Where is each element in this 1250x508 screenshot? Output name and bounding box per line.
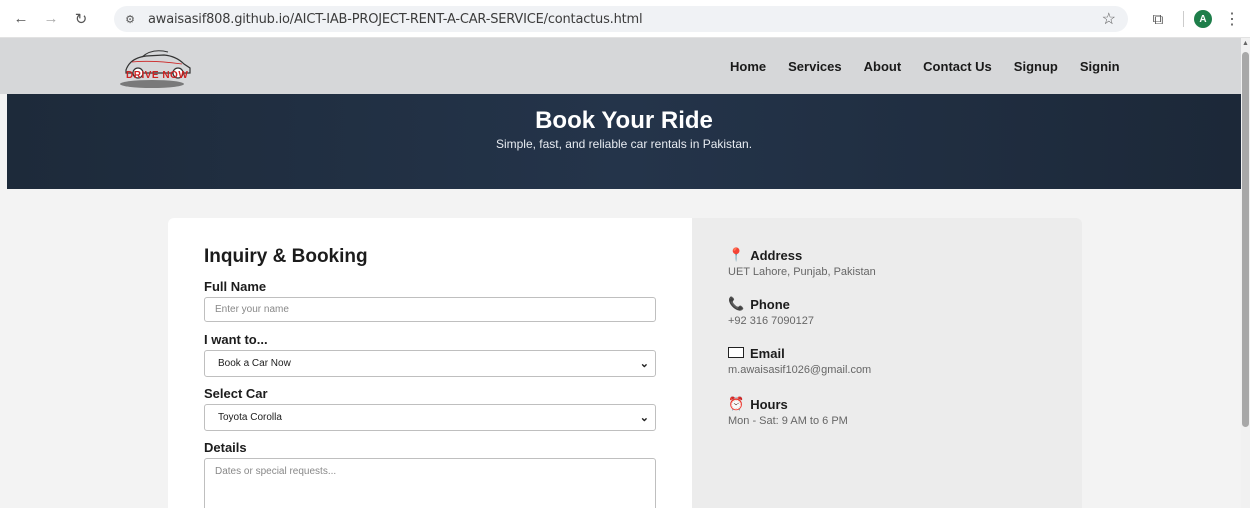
nav-about[interactable]: About bbox=[864, 59, 902, 74]
hours-label: Hours bbox=[750, 396, 788, 412]
extensions-icon[interactable]: ⧉ bbox=[1147, 8, 1169, 30]
scroll-thumb[interactable] bbox=[1242, 52, 1249, 427]
bookmark-star-icon[interactable]: ☆ bbox=[1102, 9, 1116, 29]
nav-home[interactable]: Home bbox=[730, 59, 766, 74]
map-pin-icon: 📍 bbox=[728, 247, 745, 262]
chevron-down-icon: ⌄ bbox=[639, 412, 649, 424]
email-label: Email bbox=[750, 346, 785, 361]
email-value[interactable]: m.awaisasif1026@gmail.com bbox=[728, 364, 871, 376]
browser-toolbar: ← → ↻ ⚙ awaisasif808.github.io/AICT-IAB-… bbox=[0, 0, 1250, 38]
toolbar-divider bbox=[1183, 11, 1184, 27]
address-label: Address bbox=[750, 247, 803, 263]
scroll-up-arrow-icon[interactable]: ▲ bbox=[1242, 40, 1249, 47]
page-scrollbar[interactable]: ▲ bbox=[1241, 38, 1250, 508]
nav-services[interactable]: Services bbox=[788, 59, 842, 74]
car-label: Select Car bbox=[204, 386, 268, 401]
car-select[interactable]: Toyota Corolla ⌄ bbox=[204, 404, 656, 431]
details-textarea[interactable] bbox=[204, 458, 656, 508]
hero-subtitle: Simple, fast, and reliable car rentals i… bbox=[495, 137, 753, 151]
address-block: 📍 Address UET Lahore, Punjab, Pakistan bbox=[728, 247, 876, 278]
nav-signup[interactable]: Signup bbox=[1014, 59, 1058, 74]
booking-form-card: Inquiry & Booking Full Name I want to...… bbox=[168, 218, 692, 508]
profile-avatar[interactable]: A bbox=[1194, 10, 1212, 28]
intent-select[interactable]: Book a Car Now ⌄ bbox=[204, 350, 656, 377]
reload-icon[interactable]: ↻ bbox=[70, 8, 92, 30]
alarm-clock-icon: ⏰ bbox=[728, 396, 745, 411]
phone-label: Phone bbox=[750, 296, 790, 312]
form-title: Inquiry & Booking bbox=[204, 246, 368, 267]
address-value: UET Lahore, Punjab, Pakistan bbox=[728, 266, 876, 278]
site-header: DRIVE NOW Home Services About Contact Us… bbox=[0, 38, 1241, 94]
site-info-icon[interactable]: ⚙ bbox=[120, 9, 140, 29]
hours-block: ⏰ Hours Mon - Sat: 9 AM to 6 PM bbox=[728, 396, 848, 427]
hours-value: Mon - Sat: 9 AM to 6 PM bbox=[728, 415, 848, 427]
browser-menu-icon[interactable]: ⋮ bbox=[1224, 9, 1240, 29]
intent-select-value: Book a Car Now bbox=[218, 358, 291, 369]
email-block: Email m.awaisasif1026@gmail.com bbox=[728, 346, 871, 376]
phone-icon: 📞 bbox=[728, 296, 745, 311]
contact-info-card: 📍 Address UET Lahore, Punjab, Pakistan 📞… bbox=[692, 218, 1082, 508]
forward-arrow-icon[interactable]: → bbox=[40, 8, 62, 30]
envelope-icon bbox=[728, 346, 744, 361]
phone-block: 📞 Phone +92 316 7090127 bbox=[728, 296, 814, 327]
url-text[interactable]: awaisasif808.github.io/AICT-IAB-PROJECT-… bbox=[148, 12, 643, 27]
full-name-input[interactable] bbox=[204, 297, 656, 322]
logo-text: DRIVE NOW bbox=[126, 70, 189, 81]
hero-title: Book Your Ride bbox=[535, 107, 713, 134]
car-select-value: Toyota Corolla bbox=[218, 412, 282, 423]
details-label: Details bbox=[204, 440, 247, 455]
address-bar[interactable]: ⚙ awaisasif808.github.io/AICT-IAB-PROJEC… bbox=[114, 6, 1128, 32]
nav-signin[interactable]: Signin bbox=[1080, 59, 1120, 74]
nav-contact-us[interactable]: Contact Us bbox=[923, 59, 992, 74]
contact-section: Inquiry & Booking Full Name I want to...… bbox=[0, 189, 1241, 508]
intent-label: I want to... bbox=[204, 332, 268, 347]
chevron-down-icon: ⌄ bbox=[639, 358, 649, 370]
full-name-label: Full Name bbox=[204, 279, 267, 294]
back-arrow-icon[interactable]: ← bbox=[10, 8, 32, 30]
car-logo-icon[interactable] bbox=[112, 40, 202, 90]
phone-value: +92 316 7090127 bbox=[728, 315, 814, 327]
hero-banner: Book Your Ride Simple, fast, and reliabl… bbox=[7, 94, 1241, 189]
main-navigation: Home Services About Contact Us Signup Si… bbox=[730, 59, 1142, 74]
